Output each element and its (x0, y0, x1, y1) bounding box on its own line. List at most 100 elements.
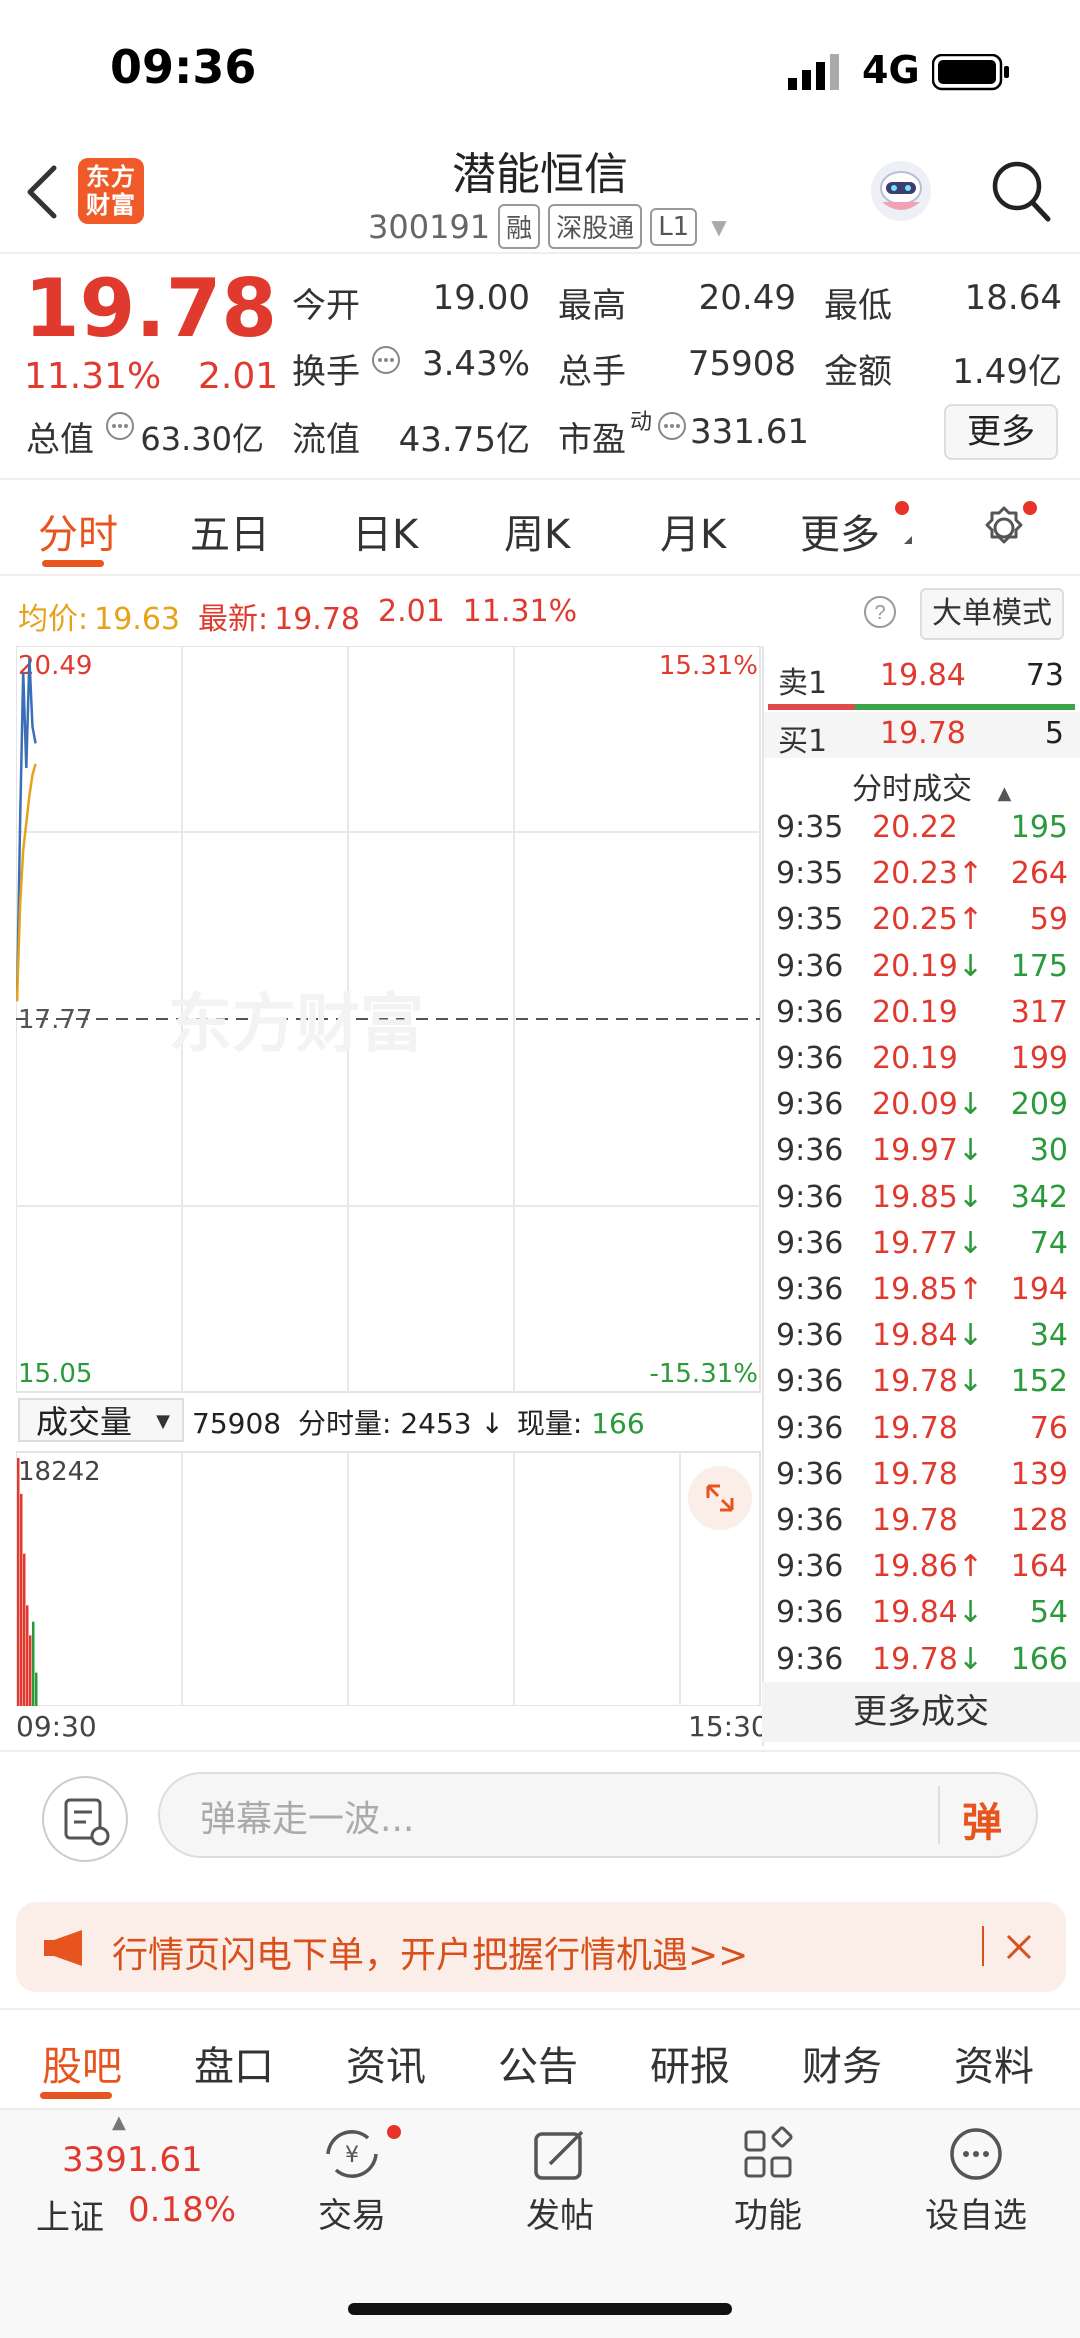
index-name[interactable]: 上证 (36, 2190, 104, 2239)
index-value[interactable]: 3391.61 (62, 2140, 203, 2180)
tab-forum[interactable]: 股吧 (42, 2034, 122, 2092)
trade-row: 9:35 20.23↑ 264 (772, 856, 1068, 902)
robot-avatar-icon[interactable] (868, 158, 934, 224)
current-volume-label: 现量: (516, 1407, 583, 1440)
chevron-down-icon[interactable]: ▼ (711, 215, 726, 239)
tab-news[interactable]: 资讯 (346, 2034, 426, 2092)
trade-direction-arrow: ↓ (957, 1641, 984, 1677)
expand-icon[interactable] (688, 1466, 752, 1530)
buy1-price: 19.78 (880, 716, 966, 751)
tab-intraday[interactable]: 分时 (38, 502, 118, 560)
trades-title-label: 分时成交 (852, 772, 972, 807)
trade-price-value: 19.84 (872, 1595, 958, 1631)
tabs-top-divider (0, 478, 1080, 480)
float-label: 流值 (292, 420, 360, 460)
tag-connect: 深股通 (548, 204, 643, 249)
nav-functions[interactable]: 功能 (698, 2188, 838, 2237)
price-lines (16, 658, 37, 1002)
trade-volume: 74 (1029, 1225, 1068, 1261)
danmu-button[interactable]: 弹 (938, 1786, 1012, 1846)
trade-row: 9:36 19.78 128 (772, 1503, 1068, 1549)
tab-more[interactable]: 更多 (800, 502, 880, 560)
avg-label: 均价: (18, 602, 89, 637)
promo-text: 行情页闪电下单，开户把握行情机遇>> (112, 1935, 749, 1976)
mktcap-label: 总值 (26, 420, 94, 460)
volume-info: 75908 分时量: 2453 ↓ 现量: 166 (192, 1402, 645, 1442)
down-arrow-icon: ↓ (480, 1407, 504, 1440)
apps-icon[interactable] (698, 2124, 838, 2184)
tab-daily-k[interactable]: 日K (352, 502, 418, 560)
trade-price-value: 19.85 (872, 1272, 958, 1307)
settings-gear-icon[interactable] (978, 498, 1042, 558)
trade-price: 19.97↓ (872, 1133, 983, 1168)
search-icon[interactable] (990, 158, 1052, 224)
trade-row: 9:36 19.78 139 (772, 1457, 1068, 1503)
trade-price-value: 20.22 (872, 810, 958, 845)
turnover-value: 3.43% (421, 344, 530, 384)
svg-text:¥: ¥ (345, 2143, 359, 2168)
trade-price-value: 20.19 (872, 1041, 958, 1076)
minute-volume-label: 分时量: (297, 1407, 392, 1440)
section-divider (0, 1750, 1080, 1752)
note-icon[interactable] (42, 1776, 128, 1862)
volume-bars (17, 1458, 38, 1706)
trade-direction-arrow: ↑ (957, 1272, 984, 1307)
avg-value: 19.63 (94, 602, 180, 637)
low-value: 18.64 (964, 278, 1062, 318)
more-trades-button[interactable]: 更多成交 (762, 1682, 1080, 1742)
trade-icon[interactable]: ¥ (282, 2124, 422, 2184)
stock-code-row[interactable]: 300191 融 深股通 L1 ▼ (368, 204, 727, 249)
trade-volume: 264 (1010, 856, 1068, 892)
post-edit-icon[interactable] (490, 2124, 630, 2184)
info-dots-icon[interactable] (656, 410, 688, 442)
trade-time: 9:36 (776, 1410, 844, 1446)
trade-volume: 199 (1010, 1041, 1068, 1076)
intraday-chart[interactable]: 东方财富 20.49 15.31% 17.77 15.05 -15.31% 18… (16, 646, 764, 1706)
status-time: 09:36 (110, 40, 257, 94)
trade-volume: 59 (1029, 902, 1068, 938)
trade-price-value: 19.84 (872, 1318, 958, 1354)
tab-research[interactable]: 研报 (650, 2034, 730, 2092)
pe-superscript: 动 (630, 410, 653, 435)
tab-weekly-k[interactable]: 周K (504, 502, 570, 560)
more-button[interactable]: 更多 (944, 404, 1058, 460)
trade-volume: 34 (1029, 1318, 1068, 1354)
trade-volume: 164 (1010, 1549, 1068, 1585)
tab-five-day[interactable]: 五日 (190, 502, 270, 560)
trade-volume: 194 (1010, 1272, 1068, 1307)
trade-price-value: 19.77 (872, 1225, 958, 1261)
trade-row: 9:35 20.22 195 (772, 810, 1068, 856)
trade-time: 9:36 (776, 1549, 844, 1585)
nav-add-watchlist[interactable]: 设自选 (906, 2188, 1046, 2237)
info-dots-icon[interactable] (104, 410, 136, 442)
trade-row: 9:36 19.78 76 (772, 1411, 1068, 1457)
trade-time: 9:36 (776, 1641, 844, 1677)
close-icon[interactable] (1004, 1932, 1034, 1962)
tab-profile[interactable]: 资料 (954, 2034, 1034, 2092)
more-dots-icon[interactable] (906, 2124, 1046, 2184)
tab-monthly-k[interactable]: 月K (660, 502, 726, 560)
nav-post[interactable]: 发帖 (490, 2188, 630, 2237)
buy1-label: 买1 (778, 724, 828, 759)
buy-pressure-bar (855, 704, 1075, 710)
panel-divider (762, 646, 764, 1746)
trades-title[interactable]: 分时成交 ▲ (852, 764, 1011, 808)
volume-bar (35, 1672, 38, 1706)
current-volume: 166 (591, 1407, 645, 1440)
float-value: 43.75亿 (398, 420, 530, 460)
big-order-mode-button[interactable]: 大单模式 (920, 588, 1064, 640)
tab-announcements[interactable]: 公告 (498, 2034, 578, 2092)
amount-value: 1.49亿 (952, 352, 1062, 392)
nav-trade[interactable]: 交易 (282, 2188, 422, 2237)
trade-row: 9:36 19.86↑ 164 (772, 1549, 1068, 1595)
help-icon[interactable]: ? (862, 594, 898, 630)
index-change-pct[interactable]: 0.18% (128, 2190, 236, 2230)
trade-price: 20.23↑ (872, 856, 983, 891)
indicator-select[interactable]: 成交量 ▼ (18, 1398, 184, 1442)
trade-row: 9:36 19.78↓ 166 (772, 1642, 1068, 1688)
info-dots-icon[interactable] (370, 344, 402, 376)
tab-orderbook[interactable]: 盘口 (194, 2034, 274, 2092)
volume-total: 75908 (192, 1407, 282, 1440)
sell1-price: 19.84 (880, 658, 966, 693)
tab-finance[interactable]: 财务 (802, 2034, 882, 2092)
